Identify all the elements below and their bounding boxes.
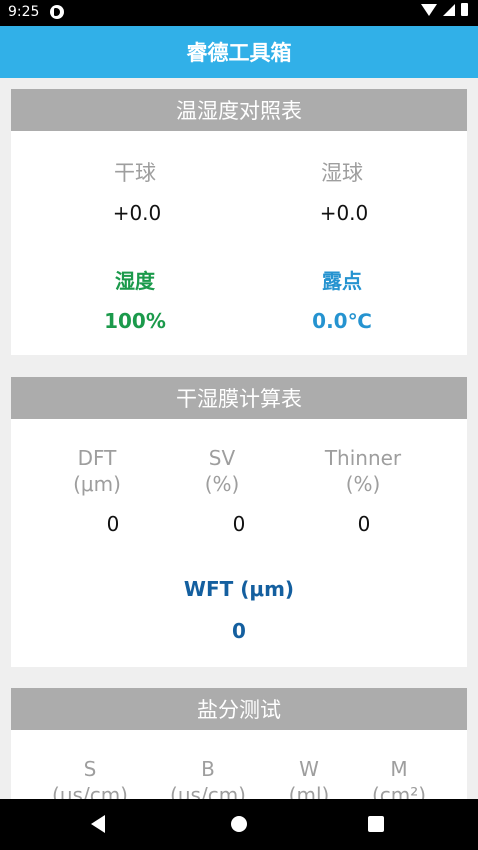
m-label-text: M [390,757,408,781]
sv-label-text: SV [208,446,236,470]
wft-label: WFT (μm) [183,577,295,601]
thinner-label-text: Thinner [324,446,402,470]
s-label-text: S [83,757,97,781]
dewpoint-value: 0.0℃ [312,309,372,333]
b-label-text: B [201,757,215,781]
dft-unit: (μm) [73,472,121,496]
sv-unit: (%) [204,472,240,496]
salt-card: 盐分测试 S (μs/cm) B (μs/cm) W (ml) M (cm²) [11,688,467,808]
sv-input[interactable]: 0 [189,512,289,536]
sv-label: SV (%) [172,445,272,497]
wet-bulb-input[interactable]: +0.0 [294,201,394,225]
status-bar: 9:25 [0,0,478,26]
dry-bulb-input[interactable]: +0.0 [87,201,187,225]
film-card-header: 干湿膜计算表 [11,377,467,419]
film-card: 干湿膜计算表 DFT (μm) SV (%) Thinner (%) 0 0 0… [11,377,467,667]
wft-value: 0 [232,619,246,643]
app-bar: 睿德工具箱 [0,26,478,78]
humidity-card-header: 温湿度对照表 [11,89,467,131]
thinner-label: Thinner (%) [303,445,423,497]
thinner-input[interactable]: 0 [314,512,414,536]
dft-label: DFT (μm) [47,445,147,497]
humidity-card: 温湿度对照表 干球 湿球 +0.0 +0.0 湿度 露点 100% 0.0℃ [11,89,467,355]
salt-card-title: 盐分测试 [197,698,281,722]
dft-label-text: DFT [77,446,117,470]
w-label-text: W [299,757,319,781]
recent-apps-icon[interactable] [368,816,384,832]
back-icon[interactable] [91,815,105,833]
dewpoint-label: 露点 [322,269,362,293]
navigation-bar [0,799,478,850]
humidity-label: 湿度 [115,269,155,293]
app-title: 睿德工具箱 [186,41,292,65]
home-icon[interactable] [231,816,247,832]
salt-card-header: 盐分测试 [11,688,467,730]
humidity-card-title: 温湿度对照表 [176,99,302,123]
dry-bulb-label: 干球 [114,161,156,185]
signal-icon [443,3,455,16]
status-time: 9:25 [8,4,40,20]
film-card-title: 干湿膜计算表 [176,387,302,411]
humidity-value: 100% [104,309,166,333]
dft-input[interactable]: 0 [63,512,163,536]
wet-bulb-label: 湿球 [321,161,363,185]
thinner-unit: (%) [345,472,381,496]
wifi-icon [421,3,437,16]
battery-icon [461,3,468,16]
notification-icon [50,5,64,19]
